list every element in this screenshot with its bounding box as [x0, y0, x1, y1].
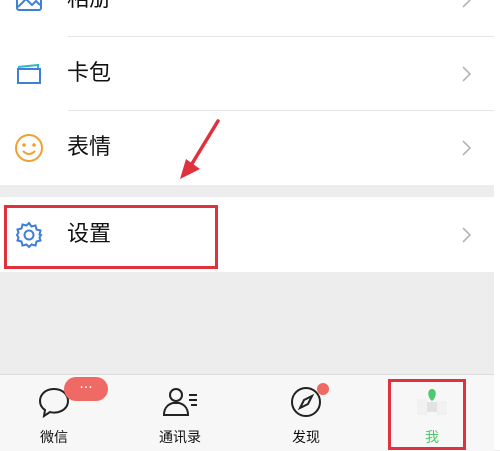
screen-edge — [494, 0, 500, 450]
menu-item-stickers[interactable]: 表情 — [0, 110, 494, 185]
settings-highlight-box — [4, 205, 218, 269]
smiley-icon — [12, 131, 46, 165]
chevron-right-icon — [462, 65, 472, 82]
menu-item-cards-label: 卡包 — [67, 60, 112, 86]
annotation-arrow — [180, 119, 220, 179]
cards-wallet-icon — [12, 57, 46, 91]
menu-item-cards[interactable]: 卡包 — [0, 36, 494, 111]
chevron-right-icon — [462, 0, 471, 8]
tab-chats-label: 微信 — [40, 430, 68, 446]
menu-group-top: 相册 卡包 表情 — [0, 0, 494, 185]
tab-discover[interactable]: 发现 — [266, 375, 346, 451]
contacts-icon — [162, 388, 197, 416]
menu-item-album[interactable]: 相册 — [0, 0, 494, 37]
me-tab-highlight-box — [388, 379, 466, 450]
new-moments-dot — [317, 383, 329, 395]
menu-item-stickers-label: 表情 — [67, 134, 112, 160]
chevron-right-icon — [462, 139, 472, 156]
tab-contacts-label: 通讯录 — [159, 430, 201, 446]
album-icon — [12, 0, 46, 17]
tab-contacts[interactable]: 通讯录 — [140, 375, 220, 451]
me-screen: 相册 卡包 表情 — [0, 0, 494, 451]
menu-item-album-label: 相册 — [67, 0, 111, 11]
chevron-right-icon — [462, 226, 472, 243]
unread-badge: ··· — [64, 377, 108, 401]
tab-discover-label: 发现 — [292, 430, 320, 446]
